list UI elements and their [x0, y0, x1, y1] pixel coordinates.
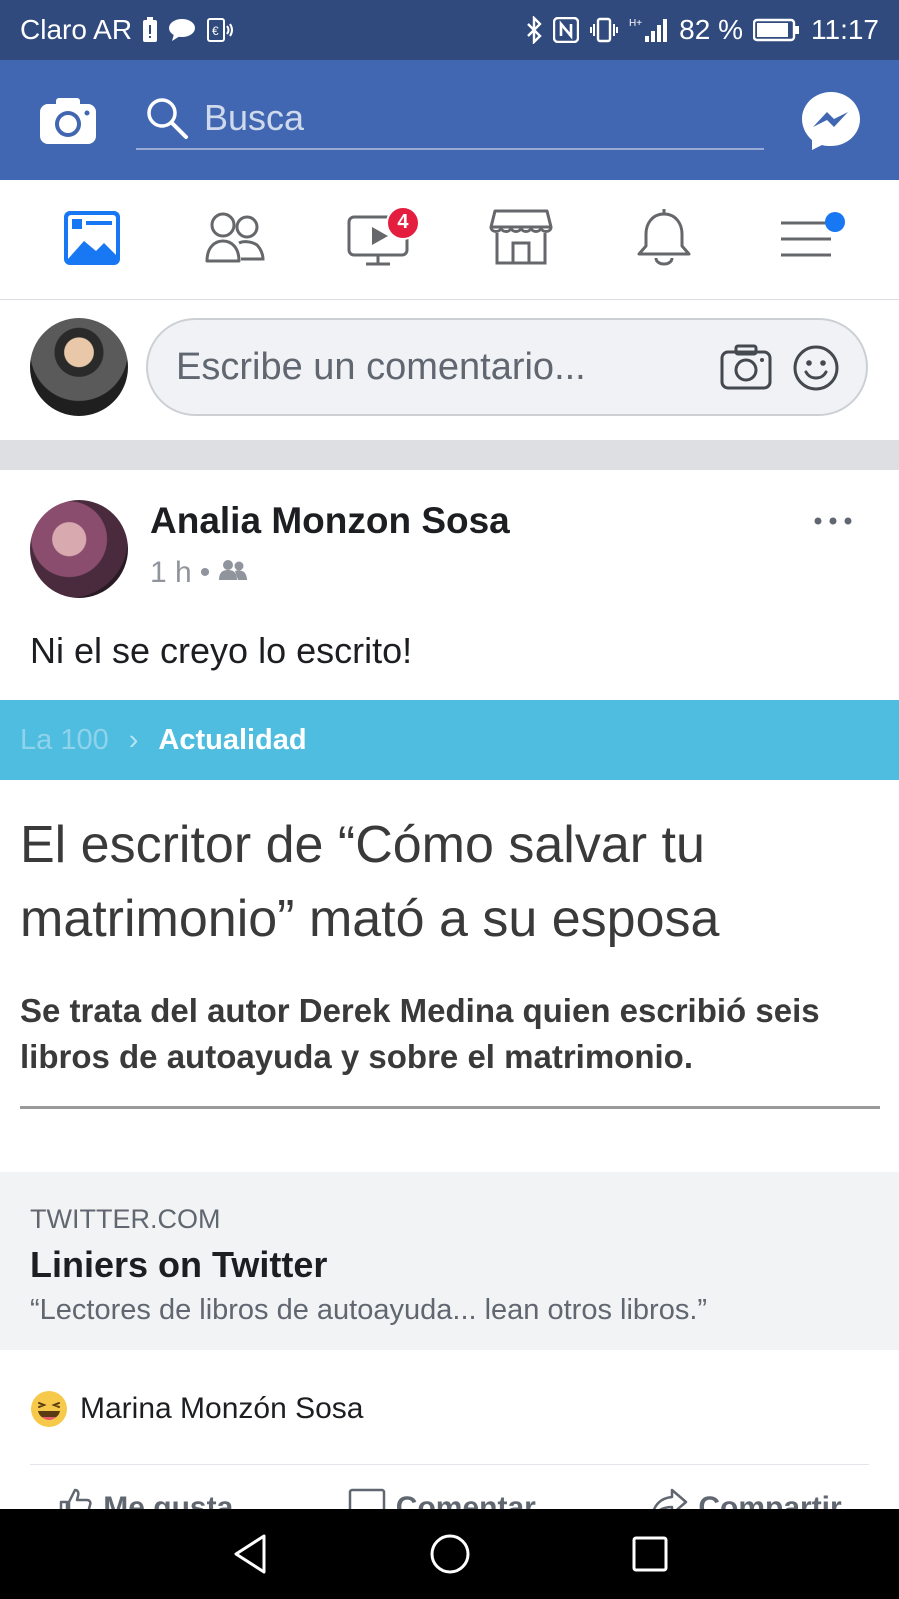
camera-icon[interactable]: [38, 96, 98, 146]
comment-label: Comentar: [395, 1491, 536, 1509]
feed-separator: [0, 440, 899, 470]
svg-text:H+: H+: [629, 18, 642, 29]
signal-icon: H+: [629, 16, 669, 44]
haha-emoji-icon: [30, 1390, 68, 1428]
camera-icon[interactable]: [720, 344, 772, 390]
chat-bubble-icon: [168, 18, 196, 42]
author-avatar[interactable]: [30, 500, 128, 598]
chevron-right-icon: ›: [128, 723, 139, 756]
reactions-summary[interactable]: Marina Monzón Sosa: [30, 1390, 363, 1428]
link-description: “Lectores de libros de autoayuda... lean…: [30, 1294, 708, 1326]
friends-audience-icon: [218, 556, 248, 590]
carrier-name: Claro AR: [20, 14, 133, 45]
emoji-icon[interactable]: [792, 344, 840, 392]
like-label: Me gusta: [103, 1491, 234, 1509]
link-domain: TWITTER.COM: [30, 1204, 221, 1234]
more-options-icon[interactable]: [810, 506, 856, 536]
tab-marketplace[interactable]: [481, 200, 561, 280]
battery-alert-icon: [142, 17, 158, 43]
comment-icon: [348, 1486, 386, 1509]
share-label: Compartir: [698, 1491, 842, 1509]
search-icon: [144, 95, 190, 141]
menu-notification-dot: [825, 211, 846, 232]
comment-composer: [0, 300, 899, 440]
like-button[interactable]: Me gusta: [57, 1486, 233, 1509]
post-time[interactable]: 1 h: [150, 556, 192, 590]
nav-tabs: 4: [0, 180, 899, 300]
clock: 11:17: [811, 14, 879, 45]
shared-article-image[interactable]: La 100 › Actualidad El escritor de “Cómo…: [0, 700, 899, 1142]
actions-divider: [30, 1464, 869, 1465]
system-nav-bar: [0, 1509, 899, 1599]
bluetooth-icon: [525, 16, 543, 44]
link-preview-card[interactable]: TWITTER.COM Liniers on Twitter “Lectores…: [0, 1172, 899, 1350]
search-bar[interactable]: [136, 88, 764, 150]
watch-badge: 4: [385, 205, 420, 240]
post-actions: Me gusta Comentar Compartir: [0, 1470, 899, 1509]
messenger-icon[interactable]: [800, 90, 862, 152]
article-divider: [20, 1106, 880, 1109]
friends-icon: [203, 207, 267, 272]
recents-icon[interactable]: [620, 1524, 680, 1584]
tab-news-feed[interactable]: [52, 200, 132, 280]
battery-percent: 82 %: [679, 14, 743, 45]
post-text: Ni el se creyo lo escrito!: [30, 630, 413, 671]
svg-text:€: €: [212, 24, 219, 38]
meta-dot: •: [199, 556, 211, 589]
breadcrumb-section: Actualidad: [158, 723, 307, 756]
tab-notifications[interactable]: [624, 200, 704, 280]
reactor-name: Marina Monzón Sosa: [80, 1392, 364, 1425]
tab-friends[interactable]: [195, 200, 275, 280]
comment-input[interactable]: [176, 345, 696, 389]
tab-watch[interactable]: 4: [338, 200, 420, 280]
nfc-payment-icon: €: [206, 17, 236, 43]
post-meta: 1 h •: [150, 556, 248, 590]
status-bar: Claro AR € H+ 82 % 11:17: [0, 0, 899, 60]
marketplace-icon: [489, 207, 553, 272]
article-subheadline: Se trata del autor Derek Medina quien es…: [20, 992, 820, 1075]
link-title: Liniers on Twitter: [30, 1244, 328, 1285]
feed-post: Analia Monzon Sosa 1 h • Ni el se creyo …: [0, 470, 899, 1509]
app-header: [0, 60, 899, 180]
article-headline: El escritor de “Cómo salvar tu matrimoni…: [20, 816, 720, 948]
share-icon: [650, 1486, 688, 1509]
comment-box[interactable]: [146, 318, 868, 416]
breadcrumb-site: La 100: [20, 723, 109, 756]
user-avatar[interactable]: [30, 318, 128, 416]
like-icon: [57, 1486, 93, 1509]
home-icon[interactable]: [420, 1524, 480, 1584]
vibrate-icon: [589, 17, 619, 43]
search-input[interactable]: [204, 97, 744, 139]
bell-icon: [634, 206, 694, 273]
news-feed-icon: [62, 207, 122, 272]
post-author[interactable]: Analia Monzon Sosa: [150, 500, 510, 542]
article-header-bar: La 100 › Actualidad: [0, 700, 899, 780]
comment-button[interactable]: Comentar: [348, 1486, 536, 1509]
nfc-icon: [553, 17, 580, 43]
tab-menu[interactable]: [767, 200, 847, 280]
back-icon[interactable]: [220, 1524, 280, 1584]
share-button[interactable]: Compartir: [650, 1486, 842, 1509]
battery-icon: [753, 18, 801, 42]
